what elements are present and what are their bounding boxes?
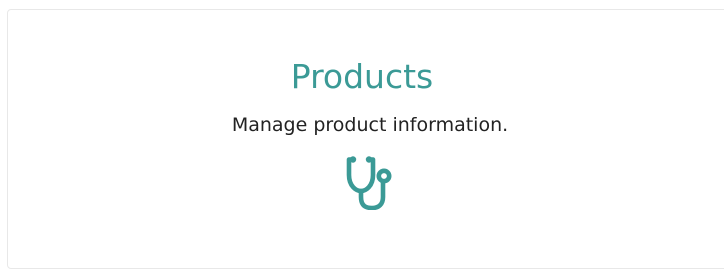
stethoscope-icon [344, 155, 394, 211]
products-card[interactable] [7, 9, 724, 269]
card-title: Products [290, 57, 434, 96]
card-description: Manage product information. [231, 114, 509, 136]
